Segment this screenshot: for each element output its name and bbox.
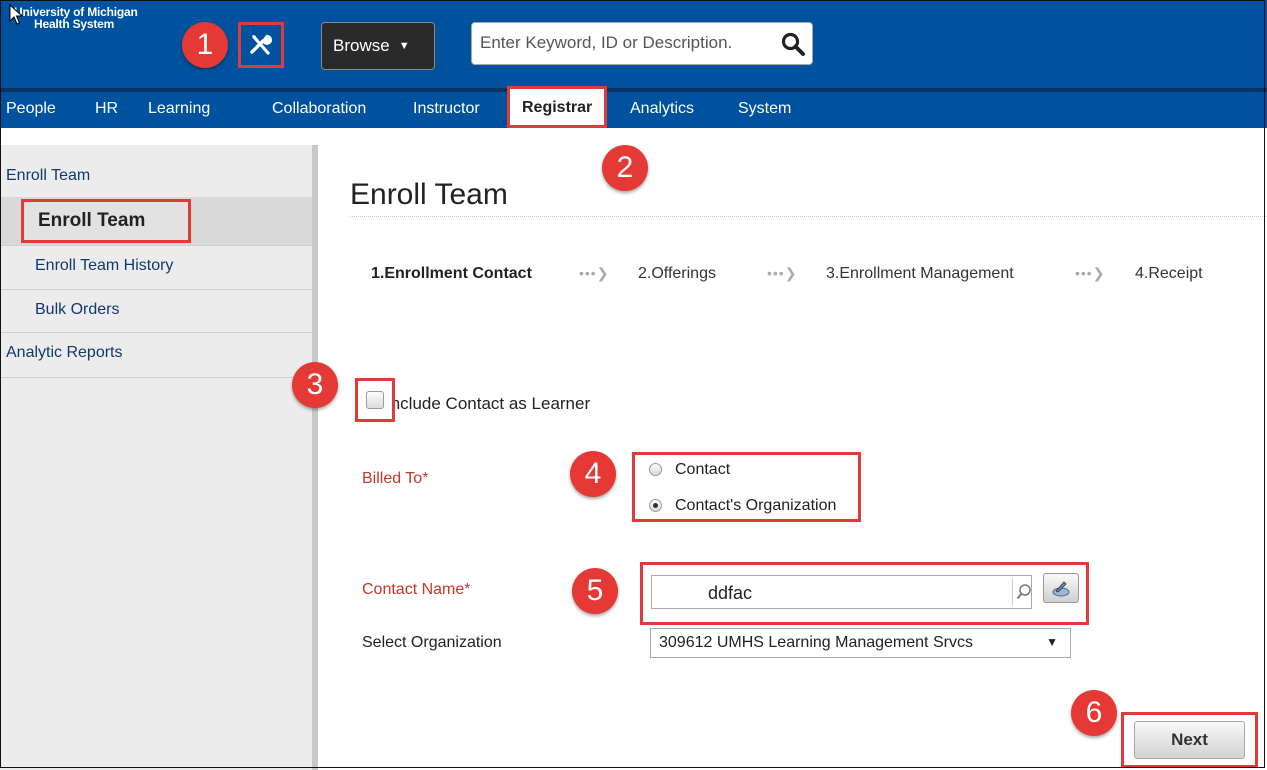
nav-registrar[interactable]: Registrar	[507, 86, 608, 128]
search-box[interactable]	[471, 22, 813, 65]
step-1: 1.Enrollment Contact	[371, 265, 532, 282]
nav-instructor[interactable]: Instructor	[413, 92, 480, 128]
radio-contacts-organization-label[interactable]: Contact's Organization	[675, 497, 859, 515]
contact-picker-button[interactable]	[1043, 573, 1079, 603]
search-input[interactable]	[480, 31, 780, 55]
step-arrow-icon: •••❯	[1075, 265, 1106, 281]
sidebar-item-label: Enroll Team History	[35, 257, 174, 274]
step-arrow-icon: •••❯	[767, 265, 798, 281]
billed-to-radio-group: Contact Contact's Organization	[632, 452, 861, 522]
callout-4: 4	[570, 451, 616, 497]
select-organization-label: Select Organization	[362, 634, 502, 651]
sidebar-section-label: Analytic Reports	[6, 344, 123, 361]
include-contact-checkbox[interactable]	[355, 378, 395, 422]
radio-contact[interactable]	[649, 463, 662, 476]
sidebar-item-enroll-team-label[interactable]: Enroll Team	[21, 199, 191, 243]
billed-to-label: Billed To*	[362, 470, 429, 487]
callout-1: 1	[182, 22, 228, 68]
radio-contact-label[interactable]: Contact	[675, 461, 730, 479]
arrow-cursor-icon	[9, 4, 24, 25]
step-4: 4.Receipt	[1135, 265, 1203, 282]
nav-analytics[interactable]: Analytics	[630, 92, 694, 128]
browse-label: Browse	[333, 36, 390, 55]
nav-system[interactable]: System	[738, 92, 791, 128]
tools-button[interactable]	[238, 22, 284, 68]
nav-hr[interactable]: HR	[95, 92, 118, 128]
organization-select-value: 309612 UMHS Learning Management Srvcs	[659, 634, 973, 651]
browse-dropdown[interactable]: Browse ▼	[321, 22, 435, 70]
next-button-highlight: Next	[1121, 712, 1258, 768]
caret-down-icon: ▼	[1046, 635, 1058, 649]
sidebar-section-analytic-reports[interactable]: Analytic Reports	[0, 332, 312, 378]
tools-icon	[250, 34, 272, 55]
picker-icon	[1052, 581, 1070, 597]
sidebar-item-enroll-team-history[interactable]: Enroll Team History	[0, 245, 312, 290]
next-button[interactable]: Next	[1134, 721, 1245, 759]
contact-name-group	[640, 562, 1089, 625]
title-divider	[350, 216, 1267, 217]
callout-2: 2	[602, 145, 648, 191]
step-3: 3.Enrollment Management	[826, 265, 1014, 282]
magnifier-icon	[1016, 584, 1031, 600]
contact-name-input[interactable]	[708, 582, 1008, 604]
callout-5: 5	[572, 568, 618, 614]
sidebar-item-label: Bulk Orders	[35, 301, 120, 318]
page-title: Enroll Team	[350, 178, 508, 211]
sidebar-section-enroll-team[interactable]: Enroll Team	[0, 145, 312, 198]
organization-select[interactable]: 309612 UMHS Learning Management Srvcs ▼	[650, 628, 1071, 658]
logo-line2: Health System	[34, 17, 115, 31]
contact-name-label: Contact Name*	[362, 581, 471, 598]
nav-learning[interactable]: Learning	[148, 92, 210, 128]
callout-6: 6	[1071, 690, 1117, 736]
step-2: 2.Offerings	[638, 265, 716, 282]
caret-down-icon: ▼	[398, 40, 410, 52]
nav-collaboration[interactable]: Collaboration	[272, 92, 366, 128]
contact-search-button[interactable]	[1012, 578, 1035, 606]
contact-name-field[interactable]	[651, 575, 1032, 609]
checkbox[interactable]	[366, 391, 384, 409]
sidebar-item-bulk-orders[interactable]: Bulk Orders	[0, 289, 312, 333]
include-contact-label: Include Contact as Learner	[386, 394, 591, 413]
callout-3: 3	[292, 362, 338, 408]
sidebar: Enroll Team Enroll Team History Bulk Ord…	[0, 145, 318, 770]
search-icon[interactable]	[780, 31, 806, 57]
logo[interactable]: University of Michigan Health System	[14, 6, 138, 30]
radio-contacts-organization[interactable]	[649, 499, 662, 512]
main-nav: People HR Learning Collaboration Instruc…	[0, 86, 1267, 128]
step-arrow-icon: •••❯	[579, 265, 610, 281]
sidebar-section-label: Enroll Team	[6, 167, 91, 184]
nav-people[interactable]: People	[6, 92, 56, 128]
